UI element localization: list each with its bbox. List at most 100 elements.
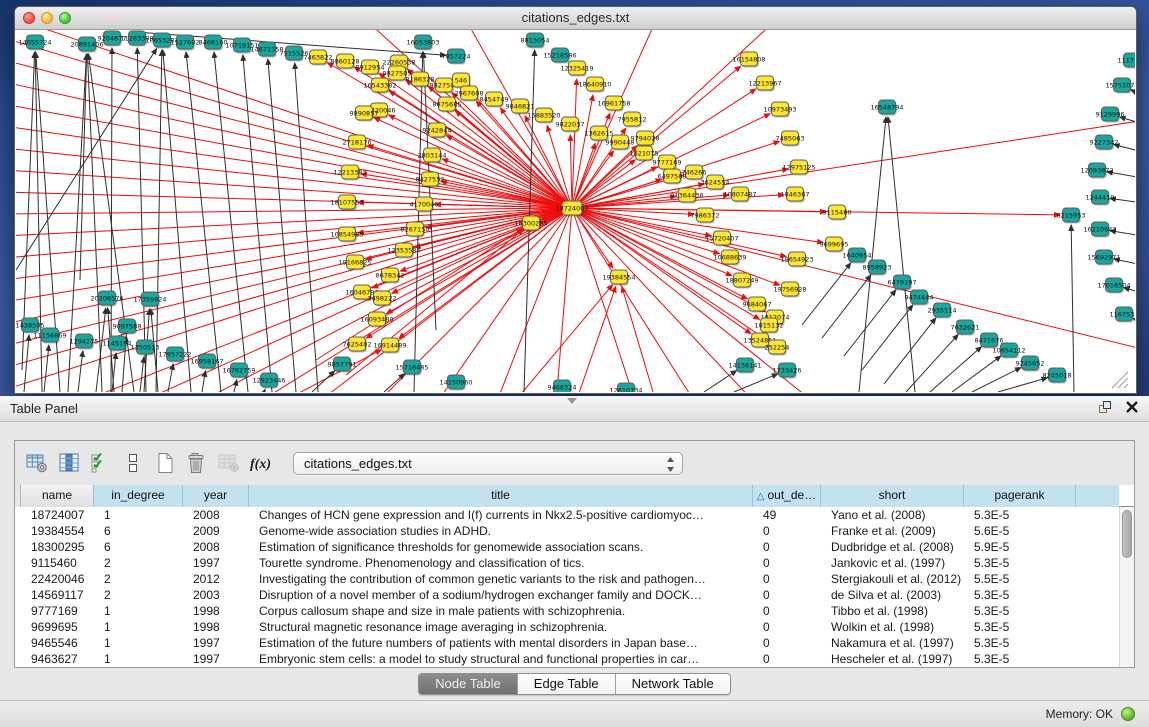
graph-node[interactable]: 9777169 [653, 155, 682, 171]
table-cell[interactable]: 2009 [185, 523, 251, 539]
graph-node[interactable]: 10807487 [723, 187, 756, 203]
table-cell[interactable] [1078, 603, 1121, 619]
table-cell[interactable]: 1 [96, 603, 185, 619]
table-cell[interactable]: Embryonic stem cells: a model to study s… [251, 651, 755, 667]
table-cell[interactable]: 9463627 [23, 651, 96, 667]
graph-node[interactable]: 9097588 [113, 319, 142, 335]
table-cell[interactable]: Tourette syndrome. Phenomenology and cla… [251, 555, 755, 571]
graph-node[interactable]: 15716485 [395, 360, 428, 376]
table-cell[interactable]: 18724007 [23, 507, 96, 523]
graph-node[interactable]: 7625402 [343, 337, 372, 353]
table-cell[interactable]: 2 [96, 571, 185, 587]
graph-node[interactable]: 8466160 [199, 35, 228, 51]
graph-node[interactable]: 8454749 [480, 92, 509, 108]
graph-node[interactable]: 8215953 [1057, 208, 1086, 224]
graph-node[interactable]: 12610734 [609, 383, 642, 392]
table-cell[interactable]: 18300295 [23, 539, 96, 555]
graph-node[interactable]: 2803144 [418, 148, 447, 164]
table-cell[interactable]: Stergiakouli et al. (2012) [823, 571, 966, 587]
table-cell[interactable]: 1998 [185, 603, 251, 619]
table-cell[interactable]: Disruption of a novel member of a sodium… [251, 587, 755, 603]
table-cell[interactable]: Franke et al. (2009) [823, 523, 966, 539]
graph-node[interactable]: 2718176 [343, 135, 372, 151]
graph-node[interactable]: 14150960 [439, 375, 472, 391]
graph-node[interactable]: 10854985 [330, 227, 363, 243]
graph-node[interactable]: 12923446 [252, 373, 285, 389]
graph-node[interactable]: 7485063 [776, 131, 805, 147]
table-cell[interactable]: 9465546 [23, 635, 96, 651]
graph-node[interactable]: 18107553 [330, 195, 363, 211]
table-cell[interactable] [15, 587, 23, 603]
delete-table-icon[interactable] [183, 451, 211, 475]
table-row[interactable]: 1456911722003Disruption of a novel membe… [15, 587, 1134, 603]
tab-edge-table[interactable]: Edge Table [518, 674, 616, 694]
table-row[interactable]: 1830029562008Estimation of significance … [15, 539, 1134, 555]
table-cell[interactable] [15, 651, 23, 667]
table-cell[interactable] [1078, 571, 1121, 587]
table-cell[interactable] [1078, 635, 1121, 651]
table-row[interactable]: 911546021997Tourette syndrome. Phenomeno… [15, 555, 1134, 571]
table-cell[interactable]: 1997 [185, 555, 251, 571]
graph-node[interactable]: 7955812 [618, 112, 647, 128]
table-cell[interactable]: 5.5E-5 [966, 571, 1078, 587]
graph-node[interactable]: 7857224 [442, 49, 471, 65]
table-cell[interactable]: Genome-wide association studies in ADHD. [251, 523, 755, 539]
graph-node[interactable]: 14136141 [728, 358, 761, 374]
table-row[interactable]: 977716911998Corpus callosum shape and si… [15, 603, 1134, 619]
table-cell[interactable]: 22420046 [23, 571, 96, 587]
table-cell[interactable] [1078, 555, 1121, 571]
network-canvas[interactable]: 1405572420891406920467711283309106532871… [16, 30, 1135, 393]
graph-node[interactable]: 9890857 [350, 106, 379, 122]
select-rows-icon[interactable] [87, 451, 115, 475]
table-cell[interactable] [15, 539, 23, 555]
graph-node[interactable]: 9227342 [1090, 135, 1119, 151]
graph-node[interactable]: 16782759 [222, 363, 255, 379]
table-panel-header[interactable]: Table Panel [0, 396, 1149, 422]
table-cell[interactable]: 19384554 [23, 523, 96, 539]
graph-node[interactable]: 9468324 [548, 380, 577, 392]
table-cell[interactable]: 9115460 [23, 555, 96, 571]
table-cell[interactable]: 0 [755, 635, 823, 651]
create-table-icon[interactable] [151, 451, 179, 475]
graph-node[interactable]: 1117530 [1118, 53, 1135, 69]
graph-node[interactable]: 8958923 [863, 260, 892, 276]
graph-node[interactable]: 1846367 [781, 187, 810, 203]
vertical-scrollbar[interactable] [1119, 507, 1134, 667]
graph-node[interactable]: 19654923 [780, 252, 813, 268]
function-builder-icon[interactable]: f(x) [247, 451, 275, 475]
close-panel-icon[interactable] [1125, 400, 1139, 419]
graph-node[interactable]: 1244419 [1086, 190, 1115, 206]
graph-node[interactable]: 7632621 [951, 320, 980, 336]
table-cell[interactable] [1078, 539, 1121, 555]
table-cell[interactable]: 49 [755, 507, 823, 523]
table-cell[interactable]: 0 [755, 523, 823, 539]
table-cell[interactable]: 5.6E-5 [966, 523, 1078, 539]
graph-node[interactable]: 9115460 [823, 205, 852, 221]
table-cell[interactable]: 0 [755, 555, 823, 571]
graph-node[interactable]: 12325419 [560, 61, 593, 77]
table-cell[interactable]: Nakamura et al. (1997) [823, 635, 966, 651]
graph-node[interactable]: 16210643 [1083, 222, 1116, 238]
column-header-year[interactable]: year [183, 485, 249, 507]
table-cell[interactable] [1078, 523, 1121, 539]
graph-node[interactable]: 8245018 [1043, 368, 1072, 384]
graph-node[interactable]: 12213383 [333, 165, 366, 181]
table-cell[interactable] [1078, 651, 1121, 667]
table-row[interactable]: 1938455462009Genome-wide association stu… [15, 523, 1134, 539]
graph-node[interactable]: 8813054 [521, 33, 550, 49]
graph-node[interactable]: 1145194 [103, 336, 132, 352]
graph-node[interactable]: 1815132 [755, 318, 784, 334]
graph-node[interactable]: 15751074 [1105, 78, 1135, 94]
table-cell[interactable]: Estimation of the future numbers of pati… [251, 635, 755, 651]
column-header-blank[interactable] [1076, 485, 1119, 507]
column-header-out_de…[interactable]: △out_de… [753, 485, 821, 507]
column-header-pagerank[interactable]: pagerank [964, 485, 1076, 507]
table-cell[interactable] [1078, 507, 1121, 523]
table-cell[interactable]: 1 [96, 635, 185, 651]
table-cell[interactable]: 2008 [185, 539, 251, 555]
graph-node[interactable]: 2935114 [928, 303, 957, 319]
table-cell[interactable]: Hescheler et al. (1997) [823, 651, 966, 667]
table-cell[interactable]: 0 [755, 539, 823, 555]
table-row[interactable]: 969969511998Structural magnetic resonanc… [15, 619, 1134, 635]
graph-node[interactable]: 18640910 [578, 77, 611, 93]
